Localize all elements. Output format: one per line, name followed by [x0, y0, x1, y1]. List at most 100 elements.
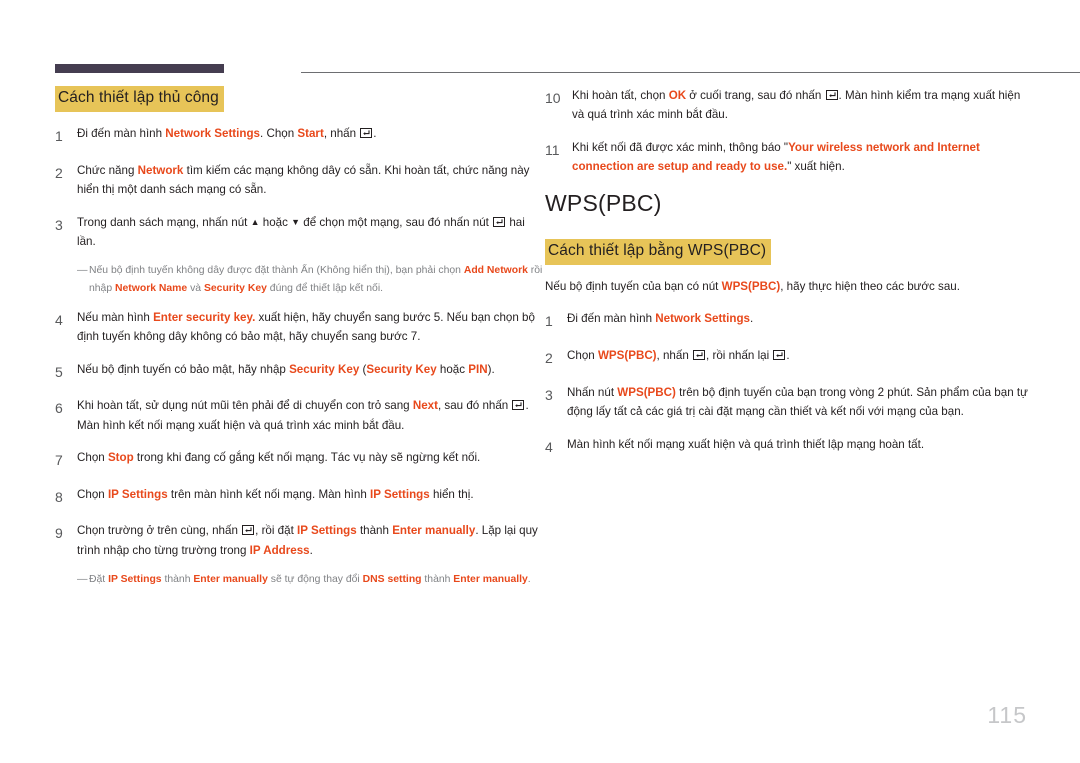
step-number: 8	[55, 488, 63, 505]
numbered-step: 2 Chức năng Network tìm kiếm các mạng khô…	[55, 161, 545, 200]
step-text: Nhấn nút WPS(PBC) trên bộ định tuyến của…	[567, 385, 1028, 419]
accent-term: IP Settings	[370, 487, 430, 501]
step-number: 7	[55, 452, 63, 469]
header-accent-bar	[55, 64, 224, 73]
accent-term: PIN	[468, 362, 488, 376]
step-number: 2	[55, 164, 63, 181]
accent-term: Network Name	[115, 282, 188, 294]
page-header-rule	[55, 64, 1080, 76]
accent-term: Network Settings	[165, 126, 260, 140]
accent-term: Security Key	[289, 362, 360, 376]
accent-term: Next	[412, 399, 438, 413]
step-number: 9	[55, 525, 63, 542]
accent-term: DNS setting	[362, 574, 422, 586]
numbered-step: 2 Chọn WPS(PBC), nhấn , rồi nhấn lại .	[545, 346, 1035, 370]
right-column: 10 Khi hoàn tất, chọn OK ở cuối trang, sa…	[545, 86, 1035, 599]
step-text: Đi đến màn hình Network Settings.	[567, 312, 754, 326]
header-divider-line	[301, 72, 1080, 73]
step-text: Đi đến màn hình Network Settings. Chọn S…	[77, 126, 377, 140]
manual-setup-step-list-continued: 10 Khi hoàn tất, chọn OK ở cuối trang, sa…	[545, 86, 1035, 177]
note-dash-marker: ―	[77, 264, 88, 277]
numbered-step: 10 Khi hoàn tất, chọn OK ở cuối trang, sa…	[545, 86, 1035, 125]
note-text: Đặt IP Settings thành Enter manually sẽ …	[89, 574, 531, 586]
step-number: 1	[545, 313, 553, 330]
left-column-heading: Cách thiết lập thủ công	[55, 86, 224, 112]
page-number: 115	[987, 702, 1027, 728]
accent-term: Add Network	[463, 265, 528, 277]
enter-key-icon	[360, 127, 373, 138]
step-number: 4	[545, 438, 553, 455]
wps-pbc-heading: Cách thiết lập bằng WPS(PBC)	[545, 238, 772, 265]
note-block: ― Đặt IP Settings thành Enter manually sẽ…	[77, 571, 545, 588]
arrow-down-icon: ▼	[291, 216, 301, 227]
accent-term: Start	[297, 126, 324, 140]
step-text: Nếu bộ định tuyến có bảo mật, hãy nhập S…	[77, 362, 495, 376]
step-number: 1	[55, 127, 63, 144]
enter-key-icon	[693, 349, 706, 360]
accent-term: OK	[668, 89, 687, 102]
arrow-up-icon: ▲	[250, 216, 260, 227]
step-number: 4	[55, 311, 63, 328]
wps-pbc-intro-paragraph: Nếu bộ định tuyến của bạn có nút WPS(PBC…	[545, 279, 960, 293]
page-columns: Cách thiết lập thủ công 1 Đi đến màn hình…	[0, 86, 1080, 599]
step-number: 3	[545, 386, 553, 403]
step-number: 5	[55, 363, 63, 380]
numbered-step: 7 Chọn Stop trong khi đang cố gắng kết nố…	[55, 448, 545, 472]
accent-term: WPS(PBC)	[617, 385, 676, 399]
numbered-step: 1 Đi đến màn hình Network Settings.	[545, 309, 1035, 333]
accent-term: Enter manually	[392, 524, 476, 538]
numbered-step: 11 Khi kết nối đã được xác minh, thông bá…	[545, 138, 1035, 177]
enter-key-icon	[242, 525, 255, 536]
accent-term: Your wireless network and Internet conne…	[572, 140, 980, 174]
accent-term: IP Address	[249, 543, 310, 557]
enter-key-icon	[493, 216, 506, 227]
wps-pbc-step-list: 1 Đi đến màn hình Network Settings. 2 Chọn …	[545, 309, 1035, 458]
numbered-step: 3 Nhấn nút WPS(PBC) trên bộ định tuyến củ…	[545, 383, 1035, 422]
step-text: Khi hoàn tất, chọn OK ở cuối trang, sau …	[572, 89, 1021, 122]
step-number: 6	[55, 400, 63, 417]
accent-term: Network	[137, 163, 184, 177]
step-text: Khi hoàn tất, sử dụng nút mũi tên phải đ…	[77, 399, 529, 432]
numbered-step: 9 Chọn trường ở trên cùng, nhấn , rồi đặt…	[55, 521, 545, 560]
enter-key-icon	[512, 400, 525, 411]
numbered-step: 4 Màn hình kết nối mạng xuất hiện và quá …	[545, 435, 1035, 459]
step-number: 2	[545, 349, 553, 366]
note-text: Nếu bộ định tuyến không dây được đặt thà…	[89, 265, 543, 294]
accent-term: IP Settings	[297, 524, 357, 538]
manual-setup-step-list: 1 Đi đến màn hình Network Settings. Chọn …	[55, 124, 545, 589]
note-block: ― Nếu bộ định tuyến không dây được đặt th…	[77, 262, 545, 296]
accent-term: IP Settings	[107, 487, 168, 501]
numbered-step: 8 Chọn IP Settings trên màn hình kết nối …	[55, 485, 545, 509]
accent-term: WPS(PBC)	[597, 348, 657, 362]
accent-term: Enter security key.	[153, 310, 256, 324]
enter-key-icon	[773, 349, 786, 360]
numbered-step: 1 Đi đến màn hình Network Settings. Chọn …	[55, 124, 545, 148]
numbered-step: 5 Nếu bộ định tuyến có bảo mật, hãy nhập …	[55, 360, 545, 384]
numbered-step: 4 Nếu màn hình Enter security key. xuất h…	[55, 308, 545, 347]
wps-pbc-section-title: WPS(PBC)	[545, 189, 662, 216]
accent-term: Security Key	[366, 362, 437, 376]
accent-term: Network Settings	[655, 312, 750, 326]
step-number: 3	[55, 216, 63, 233]
step-number: 10	[545, 90, 561, 106]
step-text: Chọn trường ở trên cùng, nhấn , rồi đặt …	[77, 524, 538, 557]
step-text: Màn hình kết nối mạng xuất hiện và quá t…	[567, 437, 925, 451]
enter-key-icon	[825, 90, 838, 100]
step-text: Chọn WPS(PBC), nhấn , rồi nhấn lại .	[567, 348, 790, 362]
step-text: Trong danh sách mạng, nhấn nút ▲ hoặc ▼ …	[77, 215, 525, 248]
step-text: Khi kết nối đã được xác minh, thông báo …	[572, 140, 980, 174]
accent-term: Stop	[107, 451, 134, 465]
accent-term: Enter manually	[193, 574, 268, 586]
numbered-step: 6 Khi hoàn tất, sử dụng nút mũi tên phải …	[55, 396, 545, 435]
accent-term: IP Settings	[108, 574, 162, 586]
note-dash-marker: ―	[77, 573, 88, 586]
accent-term: Enter manually	[453, 574, 528, 586]
numbered-step: 3 Trong danh sách mạng, nhấn nút ▲ hoặc ▼…	[55, 213, 545, 252]
step-number: 11	[545, 141, 560, 158]
left-column: Cách thiết lập thủ công 1 Đi đến màn hình…	[55, 86, 545, 599]
step-text: Chức năng Network tìm kiếm các mạng khôn…	[77, 163, 530, 197]
accent-term: Security Key	[203, 282, 267, 294]
accent-term: WPS(PBC)	[721, 279, 781, 293]
step-text: Nếu màn hình Enter security key. xuất hi…	[77, 310, 535, 344]
step-text: Chọn Stop trong khi đang cố gắng kết nối…	[77, 451, 481, 465]
